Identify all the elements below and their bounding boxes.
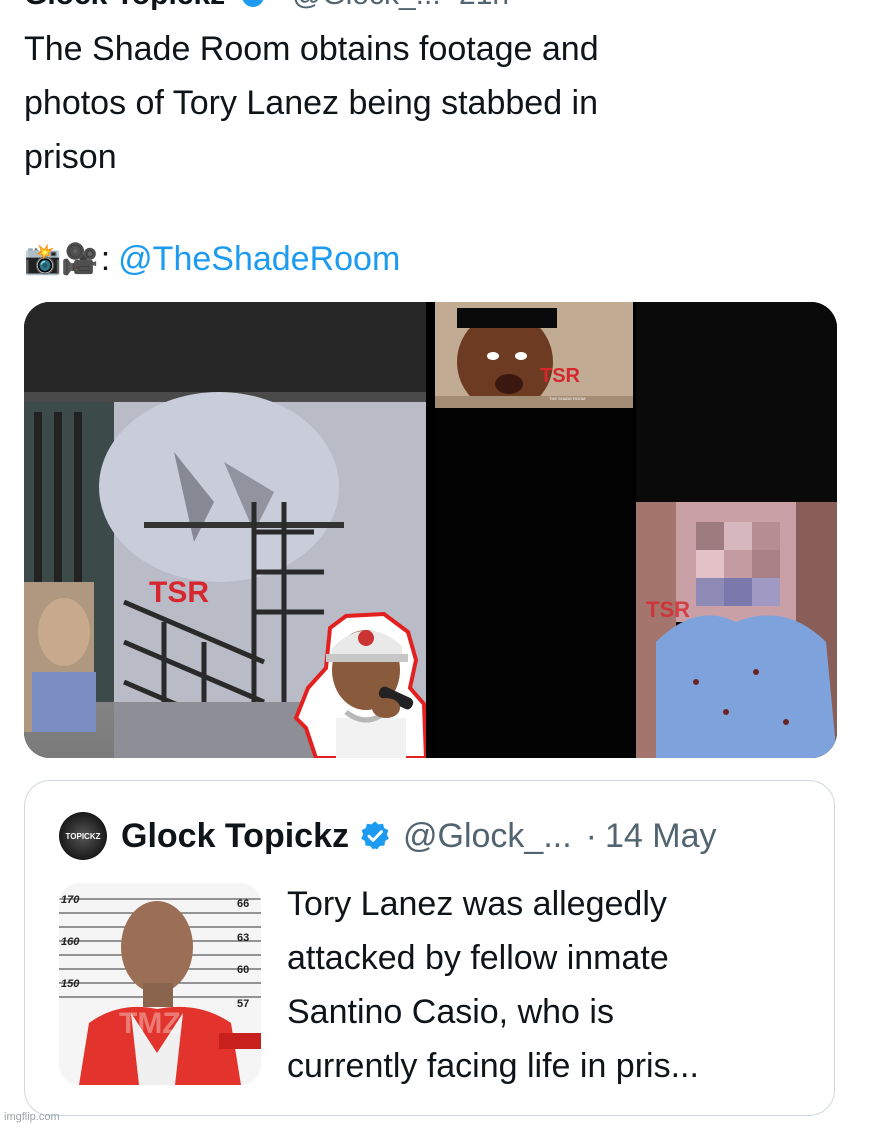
tsr-watermark: TSR bbox=[149, 576, 209, 609]
verified-badge-icon bbox=[361, 821, 389, 850]
svg-text:TSR: TSR bbox=[540, 365, 581, 387]
quote-author-name[interactable]: Glock Topickz bbox=[121, 817, 349, 856]
scale-label-170: 170 bbox=[61, 894, 80, 906]
author-handle[interactable]: @Glock_... bbox=[292, 0, 441, 10]
tsr-subtitle: THE SHADE ROOM bbox=[549, 396, 585, 401]
inset-portrait-illustration bbox=[293, 611, 426, 758]
scale-label-60: 60 bbox=[237, 964, 249, 976]
mugshot-thumbnail[interactable]: 170 160 150 66 63 60 57 TMZ bbox=[59, 883, 261, 1085]
scale-label-57: 57 bbox=[237, 998, 249, 1010]
avatar-label: TOPICKZ bbox=[65, 831, 101, 841]
video-frame-illustration: TSR THE SHADE ROOM bbox=[435, 302, 633, 758]
blurred-photo-illustration: TSR bbox=[636, 302, 837, 758]
quote-text: Tory Lanez was allegedly attacked by fel… bbox=[287, 885, 699, 1085]
svg-text:TSR: TSR bbox=[646, 597, 690, 622]
staircase-photo[interactable]: TSR bbox=[24, 302, 426, 758]
media-credit: 📸🎥 : @TheShadeRoom bbox=[24, 236, 400, 282]
quote-author-handle[interactable]: @Glock_... bbox=[403, 817, 572, 856]
avatar[interactable]: TOPICKZ bbox=[59, 812, 107, 860]
video-frame[interactable]: TSR THE SHADE ROOM bbox=[435, 302, 633, 758]
mention-link[interactable]: @TheShadeRoom bbox=[118, 240, 400, 279]
scale-label-150: 150 bbox=[61, 978, 80, 990]
tmz-watermark: TMZ bbox=[119, 1007, 181, 1040]
imgflip-watermark: imgflip.com bbox=[4, 1111, 60, 1123]
separator-dot: · bbox=[585, 816, 597, 855]
cut-off-header: Glock Topickz @Glock_... 21h • bbox=[24, 0, 864, 10]
media-grid[interactable]: TSR TSR THE SHADE ROOM TSR bbox=[24, 302, 837, 758]
tweet-time[interactable]: 21h bbox=[459, 0, 509, 10]
quote-date[interactable]: 14 May bbox=[605, 817, 717, 856]
quoted-tweet[interactable]: TOPICKZ Glock Topickz @Glock_... · 14 Ma… bbox=[24, 780, 835, 1116]
camera-emoji-icon: 📸🎥 bbox=[24, 242, 99, 276]
tweet-text: The Shade Room obtains footage and photo… bbox=[24, 30, 599, 176]
more-options-icon[interactable]: • bbox=[816, 0, 824, 10]
blurred-photo[interactable]: TSR bbox=[636, 302, 837, 758]
scale-label-63: 63 bbox=[237, 932, 249, 944]
scale-label-160: 160 bbox=[61, 936, 80, 948]
verified-badge-icon bbox=[241, 0, 264, 8]
mugshot-illustration: 170 160 150 66 63 60 57 TMZ bbox=[59, 883, 261, 1085]
credit-colon: : bbox=[100, 239, 111, 278]
scale-label-66: 66 bbox=[237, 898, 249, 910]
author-name[interactable]: Glock Topickz bbox=[24, 0, 225, 10]
quote-header: TOPICKZ Glock Topickz @Glock_... · 14 Ma… bbox=[59, 811, 716, 861]
